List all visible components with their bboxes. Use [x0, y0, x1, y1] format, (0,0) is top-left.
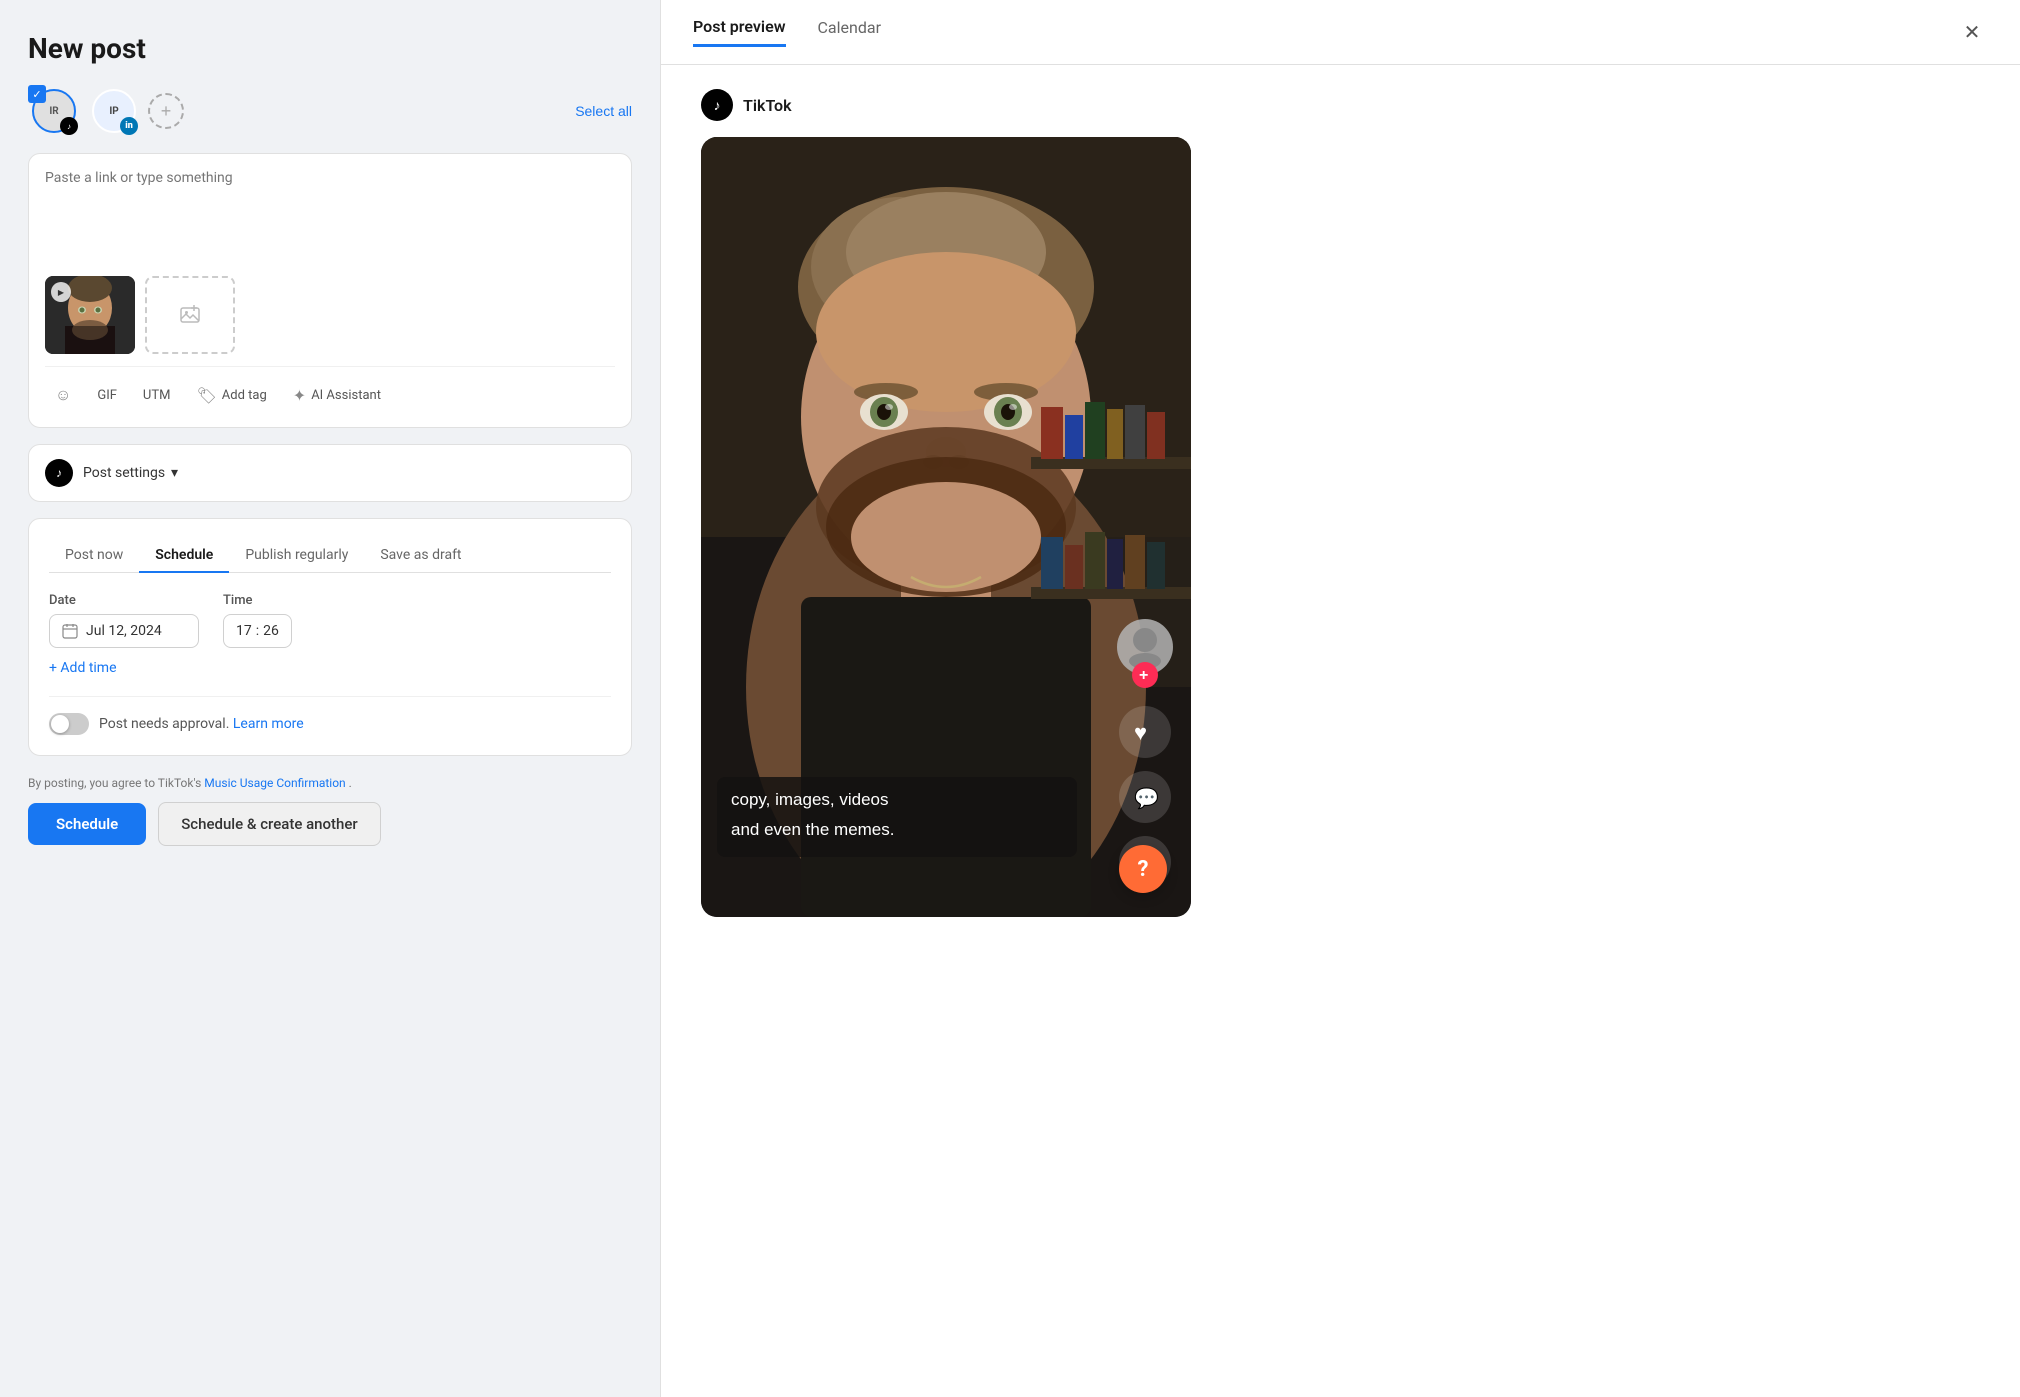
emoji-icon: ☺	[55, 385, 71, 405]
date-label: Date	[49, 593, 199, 608]
date-value: Jul 12, 2024	[86, 623, 162, 639]
add-time-button[interactable]: + Add time	[49, 660, 117, 676]
svg-text:♥: ♥	[1134, 720, 1147, 745]
time-separator: :	[256, 623, 259, 639]
date-field-group: Date Jul 12, 2024	[49, 593, 199, 648]
post-settings-button[interactable]: Post settings ▾	[83, 465, 178, 481]
platform-badge-tiktok: ♪	[60, 117, 78, 135]
schedule-tab-row: Post now Schedule Publish regularly Save…	[49, 539, 611, 573]
approval-text: Post needs approval. Learn more	[99, 716, 304, 732]
tiktok-logo: ♪	[701, 89, 733, 121]
time-input[interactable]: 17 : 26	[223, 614, 292, 648]
platform-name: TikTok	[743, 96, 792, 115]
platform-badge-linkedin: in	[120, 117, 138, 135]
media-thumbnail[interactable]: ▶	[45, 276, 135, 354]
ai-assistant-label: AI Assistant	[311, 388, 381, 403]
gif-button[interactable]: GIF	[87, 382, 127, 409]
svg-text:+: +	[1139, 667, 1148, 684]
help-button[interactable]: ?	[1119, 845, 1167, 893]
ai-assistant-button[interactable]: ✦ AI Assistant	[283, 380, 391, 411]
play-icon: ▶	[51, 282, 71, 302]
account-chip-ip-linkedin[interactable]: IP in	[88, 85, 140, 137]
close-button[interactable]: ✕	[1956, 16, 1988, 48]
toolbar-row: ☺ GIF UTM 🏷 Add tag ✦ AI Assistant	[45, 366, 615, 411]
time-minute: 26	[263, 623, 279, 639]
footer-section: By posting, you agree to TikTok's Music …	[28, 776, 632, 846]
add-account-button[interactable]: +	[148, 93, 184, 129]
preview-area: ♪ TikTok	[661, 65, 2020, 1397]
calendar-icon	[62, 623, 78, 639]
tiktok-icon-sm: ♪	[45, 459, 73, 487]
tab-publish-regularly[interactable]: Publish regularly	[229, 539, 364, 573]
post-settings-label: Post settings	[83, 465, 165, 481]
utm-button[interactable]: UTM	[133, 382, 181, 409]
add-media-icon	[178, 303, 202, 327]
post-settings-card: ♪ Post settings ▾	[28, 444, 632, 502]
action-row: Schedule Schedule & create another	[28, 802, 632, 846]
account-selector-row: ✓ IR ♪ IP in + Select all	[28, 85, 632, 137]
add-media-button[interactable]	[145, 276, 235, 354]
sparkle-icon: ✦	[293, 386, 306, 405]
gif-label: GIF	[97, 388, 117, 403]
compose-textarea[interactable]	[45, 170, 615, 260]
schedule-create-another-button[interactable]: Schedule & create another	[158, 802, 381, 846]
platform-label: ♪ TikTok	[701, 89, 1980, 121]
chevron-down-icon: ▾	[171, 465, 178, 481]
time-hour: 17	[236, 623, 252, 639]
svg-text:and even the memes.: and even the memes.	[731, 820, 894, 839]
emoji-button[interactable]: ☺	[45, 379, 81, 411]
approval-toggle[interactable]	[49, 713, 89, 735]
date-input[interactable]: Jul 12, 2024	[49, 614, 199, 648]
compose-card: ▶ ☺ GIF UTM	[28, 153, 632, 428]
footer-note: By posting, you agree to TikTok's Music …	[28, 776, 632, 790]
schedule-button[interactable]: Schedule	[28, 803, 146, 845]
tab-calendar[interactable]: Calendar	[818, 17, 881, 47]
media-row: ▶	[45, 276, 615, 354]
time-label: Time	[223, 593, 292, 608]
page-title: New post	[28, 32, 632, 65]
left-panel: New post ✓ IR ♪ IP in + Select all	[0, 0, 660, 1397]
add-tag-label: Add tag	[222, 388, 267, 403]
svg-text:💬: 💬	[1134, 786, 1159, 810]
tab-schedule[interactable]: Schedule	[139, 539, 229, 573]
account-chip-ir-tiktok[interactable]: ✓ IR ♪	[28, 85, 80, 137]
time-field-group: Time 17 : 26	[223, 593, 292, 648]
select-all-button[interactable]: Select all	[575, 103, 632, 119]
toggle-knob	[51, 715, 69, 733]
utm-label: UTM	[143, 388, 171, 403]
tag-icon: 🏷	[196, 386, 216, 405]
tab-save-draft[interactable]: Save as draft	[364, 539, 477, 573]
right-panel: Post preview Calendar ✕ ♪ TikTok	[660, 0, 2020, 1397]
right-header: Post preview Calendar ✕	[661, 0, 2020, 65]
video-preview: copy, images, videos and even the memes.…	[701, 137, 1191, 917]
date-time-row: Date Jul 12, 2024 Time 17 : 26	[49, 593, 611, 648]
check-badge: ✓	[28, 85, 46, 103]
approval-row: Post needs approval. Learn more	[49, 696, 611, 735]
tab-post-now[interactable]: Post now	[49, 539, 139, 573]
schedule-card: Post now Schedule Publish regularly Save…	[28, 518, 632, 756]
right-tabs: Post preview Calendar	[693, 17, 881, 47]
video-preview-svg: copy, images, videos and even the memes.…	[701, 137, 1191, 917]
svg-text:copy, images, videos: copy, images, videos	[731, 790, 888, 809]
learn-more-link[interactable]: Learn more	[233, 716, 304, 732]
music-confirmation-link[interactable]: Music Usage Confirmation	[204, 776, 345, 790]
tab-post-preview[interactable]: Post preview	[693, 17, 786, 47]
add-tag-button[interactable]: 🏷 Add tag	[186, 380, 276, 411]
